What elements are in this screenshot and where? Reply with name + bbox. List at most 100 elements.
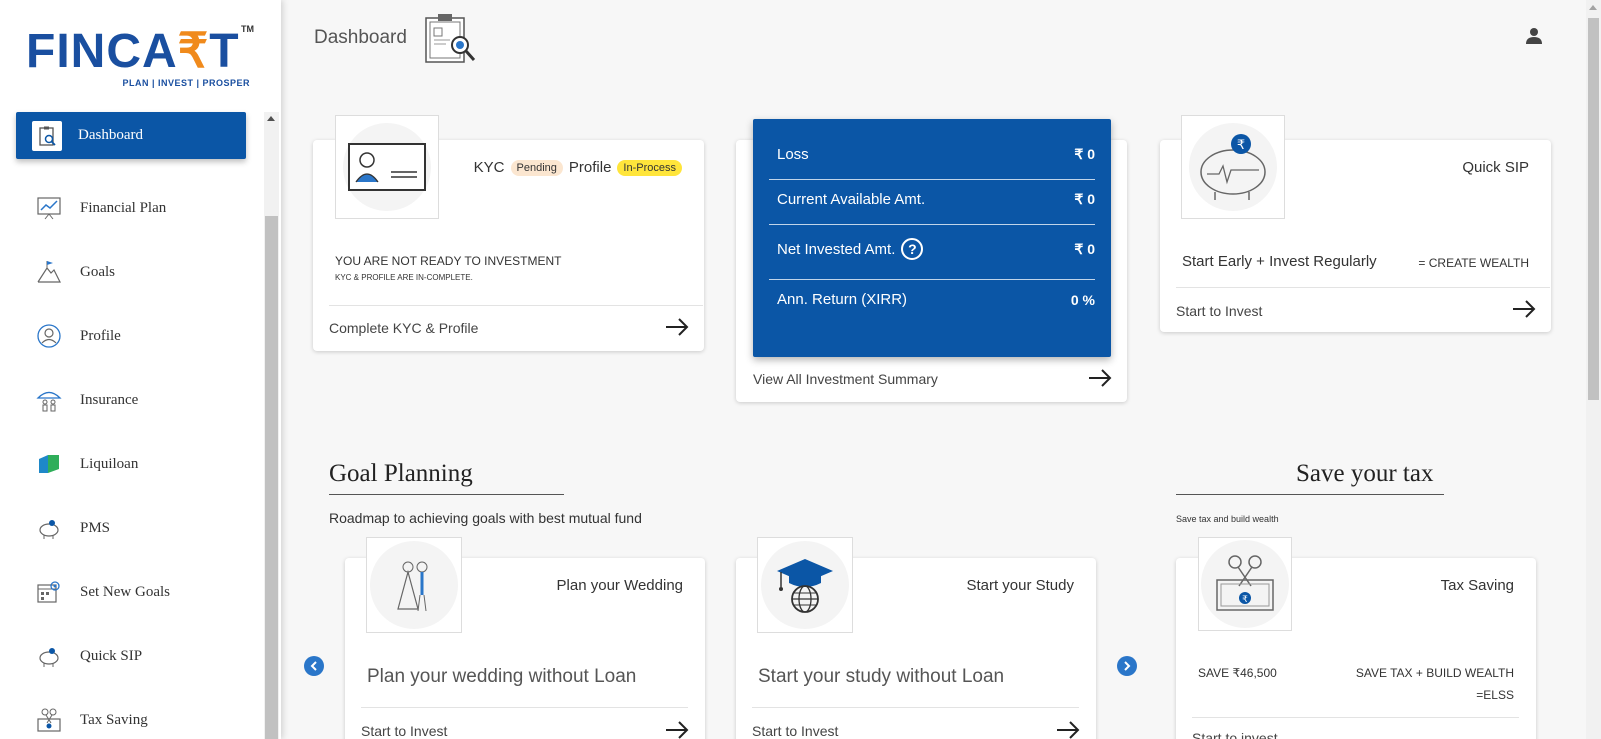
- sidebar: FINCA₹T TM PLAN | INVEST | PROSPER Dashb…: [0, 0, 281, 739]
- sidebar-item-dashboard[interactable]: Dashboard: [16, 112, 246, 159]
- sidebar-item-label: Insurance: [80, 391, 139, 408]
- svg-text:₹: ₹: [1242, 595, 1248, 605]
- goal-planning-heading: Goal Planning: [329, 460, 473, 487]
- start-to-invest-link[interactable]: Start to Invest: [361, 723, 447, 739]
- piggy-bank-icon: [34, 513, 64, 543]
- start-to-invest-link[interactable]: Start to Invest: [1176, 303, 1262, 319]
- sidebar-item-label: Goals: [80, 263, 115, 280]
- fincart-logo[interactable]: FINCA₹T TM PLAN | INVEST | PROSPER: [26, 24, 256, 92]
- divider: [769, 279, 1095, 280]
- start-to-invest-link[interactable]: Start to Invest: [752, 723, 838, 739]
- clipboard-search-icon: [424, 12, 478, 71]
- sidebar-scrollbar[interactable]: [264, 112, 279, 739]
- tax-saving-image: ₹: [1198, 537, 1292, 631]
- logo-rupee: ₹: [177, 25, 210, 78]
- dashboard-icon: [32, 120, 62, 151]
- divider: [752, 707, 1079, 708]
- svg-text:₹: ₹: [1237, 138, 1245, 153]
- available-amount-value: ₹ 0: [1074, 191, 1095, 207]
- divider: [769, 224, 1095, 225]
- not-ready-warning: YOU ARE NOT READY TO INVESTMENT: [335, 254, 562, 268]
- study-image: [757, 537, 853, 633]
- wedding-couple-icon: [370, 541, 458, 629]
- sidebar-item-label: Quick SIP: [80, 647, 143, 664]
- piggy-bank-icon: ₹: [1189, 123, 1277, 211]
- sidebar-item-label: Tax Saving: [80, 711, 148, 728]
- elss-label: =ELSS: [1476, 688, 1514, 702]
- carousel-prev-button[interactable]: [304, 656, 324, 676]
- graduation-globe-icon: [761, 541, 849, 629]
- scroll-up-arrow-icon[interactable]: [267, 116, 275, 121]
- sidebar-item-goals[interactable]: Goals: [0, 240, 262, 304]
- help-icon[interactable]: ?: [901, 238, 924, 260]
- goal-card-title: Start your Study: [966, 577, 1074, 594]
- piggy-bank-icon: [34, 641, 64, 671]
- available-amount-label: Current Available Amt.: [777, 191, 926, 208]
- divider: [329, 305, 703, 306]
- arrow-right-icon[interactable]: [665, 721, 689, 739]
- view-investment-summary-link[interactable]: View All Investment Summary: [753, 371, 938, 387]
- tax-saving-title: Tax Saving: [1440, 577, 1514, 594]
- arrow-right-icon[interactable]: [1512, 300, 1536, 318]
- net-invested-label-wrap: Net Invested Amt.?: [777, 238, 924, 260]
- id-card-icon: [343, 123, 431, 211]
- save-tax-tagline: SAVE TAX + BUILD WEALTH: [1355, 666, 1514, 680]
- quick-sip-title: Quick SIP: [1462, 159, 1529, 176]
- scissors-money-icon: [34, 705, 64, 735]
- umbrella-family-icon: [34, 385, 64, 415]
- incomplete-note: KYC & PROFILE ARE IN-COMPLETE.: [335, 273, 473, 282]
- carousel-next-button[interactable]: [1117, 656, 1137, 676]
- available-amount-row: Current Available Amt. ₹ 0: [777, 191, 1103, 208]
- profile-status-badge: In-Process: [617, 159, 682, 176]
- sidebar-item-profile[interactable]: Profile: [0, 304, 262, 368]
- loss-label: Loss: [777, 146, 809, 163]
- logo-text-1: FINCA: [26, 25, 178, 78]
- main-scrollbar[interactable]: [1586, 0, 1601, 739]
- xirr-value: 0 %: [1070, 291, 1095, 308]
- start-to-invest-link[interactable]: Start to invest: [1192, 730, 1278, 739]
- sidebar-item-quick-sip[interactable]: Quick SIP: [0, 624, 262, 688]
- kyc-status-line: KYC Pending Profile In-Process: [474, 159, 682, 176]
- arrow-right-icon[interactable]: [1056, 721, 1080, 739]
- arrow-right-icon[interactable]: [665, 318, 689, 336]
- divider: [361, 707, 688, 708]
- net-invested-row: Net Invested Amt.? ₹ 0: [777, 238, 1103, 260]
- scroll-up-arrow-icon[interactable]: [1589, 5, 1597, 10]
- sidebar-item-liquiloan[interactable]: Liquiloan: [0, 432, 262, 496]
- sidebar-scroll-thumb[interactable]: [265, 216, 278, 739]
- goal-card-title: Plan your Wedding: [556, 577, 683, 594]
- xirr-label: Ann. Return (XIRR): [777, 291, 908, 308]
- heading-underline: [1176, 494, 1444, 495]
- divider: [1176, 287, 1550, 288]
- logo-tagline: PLAN | INVEST | PROSPER: [122, 78, 250, 88]
- sidebar-item-insurance[interactable]: Insurance: [0, 368, 262, 432]
- loss-value: ₹ 0: [1074, 146, 1095, 162]
- complete-kyc-link[interactable]: Complete KYC & Profile: [329, 320, 478, 336]
- divider: [1192, 717, 1519, 718]
- wedding-image: [366, 537, 462, 633]
- sidebar-item-label: Dashboard: [78, 127, 143, 143]
- liquiloan-icon: [34, 449, 64, 479]
- save-tax-heading: Save your tax: [1296, 460, 1434, 487]
- sidebar-item-label: PMS: [80, 519, 111, 536]
- main-scroll-thumb[interactable]: [1588, 18, 1599, 400]
- scissors-money-icon: ₹: [1201, 540, 1289, 628]
- logo-tm: TM: [241, 24, 254, 34]
- profile-label: Profile: [568, 159, 612, 176]
- calendar-target-icon: [34, 577, 64, 607]
- goal-card-description: Plan your wedding without Loan: [367, 666, 637, 687]
- sidebar-item-pms[interactable]: PMS: [0, 496, 262, 560]
- sidebar-item-financial-plan[interactable]: Financial Plan: [0, 176, 262, 240]
- piggy-bank-image: ₹: [1181, 115, 1285, 219]
- divider: [769, 179, 1095, 180]
- sidebar-item-set-new-goals[interactable]: Set New Goals: [0, 560, 262, 624]
- heading-underline: [329, 494, 564, 495]
- sidebar-item-label: Financial Plan: [80, 199, 167, 216]
- sidebar-item-label: Set New Goals: [80, 583, 170, 600]
- sidebar-item-tax-saving[interactable]: Tax Saving: [0, 688, 262, 739]
- arrow-right-icon[interactable]: [1088, 369, 1112, 387]
- chart-icon: [34, 193, 64, 223]
- sidebar-item-label: Liquiloan: [80, 455, 139, 472]
- person-icon[interactable]: [1525, 27, 1543, 50]
- save-tax-subheading: Save tax and build wealth: [1176, 514, 1279, 524]
